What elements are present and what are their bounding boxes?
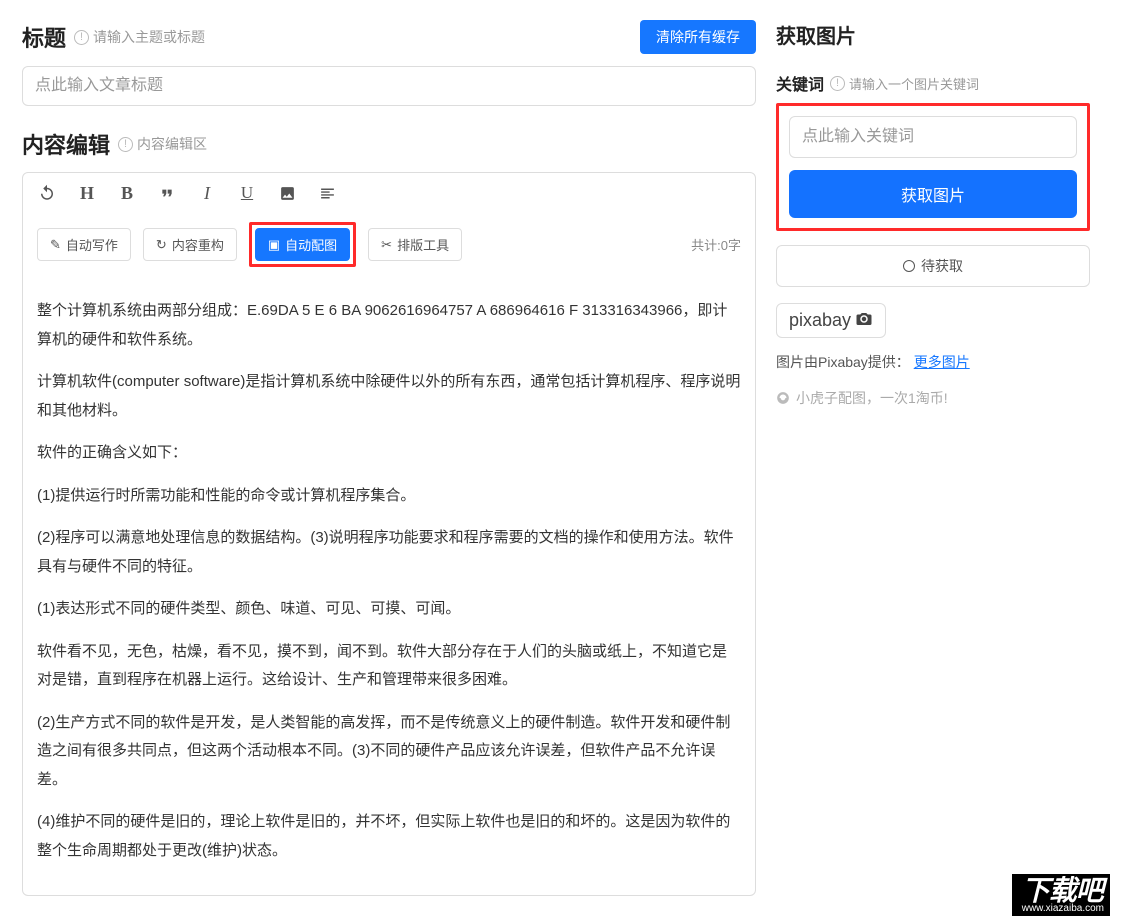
bold-icon[interactable]: B	[117, 183, 137, 203]
watermark: 下载吧 www.xiazaiba.com	[1012, 874, 1110, 916]
quote-icon[interactable]	[157, 183, 177, 203]
editor-toolbar-actions: ✎ 自动写作 ↻ 内容重构 ▣ 自动配图 ✂	[23, 214, 755, 281]
circle-icon	[903, 260, 915, 272]
restructure-button[interactable]: ↻ 内容重构	[143, 228, 237, 261]
layout-tool-button[interactable]: ✂ 排版工具	[368, 228, 462, 261]
pending-status[interactable]: 待获取	[776, 245, 1090, 287]
paragraph: (2)程序可以满意地处理信息的数据结构。(3)说明程序功能要求和程序需要的文档的…	[37, 524, 741, 581]
main-column: 标题 ! 请输入主题或标题 清除所有缓存 内容编辑 ! 内容编辑区	[0, 0, 770, 916]
auto-image-button[interactable]: ▣ 自动配图	[255, 228, 350, 261]
paragraph: 软件看不见，无色，枯燥，看不见，摸不到，闻不到。软件大部分存在于人们的头脑或纸上…	[37, 638, 741, 695]
coin-icon	[776, 391, 790, 405]
highlight-auto-image: ▣ 自动配图	[249, 222, 356, 267]
paragraph: 软件的正确含义如下：	[37, 439, 741, 468]
underline-icon[interactable]: U	[237, 183, 257, 203]
editor-body[interactable]: 整个计算机系统由两部分组成：E.69DA 5 E 6 BA 9062616964…	[23, 281, 755, 895]
undo-icon[interactable]	[37, 183, 57, 203]
align-icon[interactable]	[317, 183, 337, 203]
paragraph: (1)表达形式不同的硬件类型、颜色、味道、可见、可摸、可闻。	[37, 595, 741, 624]
pixabay-badge: pixabay	[776, 303, 886, 338]
coin-note: 小虎子配图，一次1淘币!	[776, 388, 1090, 408]
clear-cache-button[interactable]: 清除所有缓存	[640, 20, 756, 54]
info-icon: !	[74, 30, 89, 45]
keyword-hint: ! 请输入一个图片关键词	[830, 74, 979, 93]
pixabay-logo-text: pixabay	[789, 310, 851, 331]
editor-box: H B I U ✎ 自	[22, 172, 756, 896]
sidebar: 获取图片 关键词 ! 请输入一个图片关键词 获取图片 待获取 pixabay 图…	[770, 0, 1110, 916]
auto-write-button[interactable]: ✎ 自动写作	[37, 228, 131, 261]
keyword-label: 关键词	[776, 71, 824, 95]
title-heading: 标题	[22, 21, 66, 53]
refresh-icon: ↻	[156, 237, 167, 253]
article-title-input[interactable]	[22, 66, 756, 106]
paragraph: 整个计算机系统由两部分组成：E.69DA 5 E 6 BA 9062616964…	[37, 297, 741, 354]
keyword-label-row: 关键词 ! 请输入一个图片关键词	[776, 71, 1090, 95]
provider-line: 图片由Pixabay提供： 更多图片	[776, 352, 1090, 372]
paragraph: (1)提供运行时所需功能和性能的命令或计算机程序集合。	[37, 482, 741, 511]
content-heading: 内容编辑	[22, 128, 110, 160]
paragraph: 计算机软件(computer software)是指计算机系统中除硬件以外的所有…	[37, 368, 741, 425]
content-hint: ! 内容编辑区	[118, 134, 207, 154]
editor-toolbar: H B I U	[23, 173, 755, 214]
highlight-keyword-panel: 获取图片	[776, 103, 1090, 231]
more-images-link[interactable]: 更多图片	[914, 354, 970, 370]
title-header-row: 标题 ! 请输入主题或标题 清除所有缓存	[22, 20, 756, 54]
heading-icon[interactable]: H	[77, 183, 97, 203]
tool-icon: ✂	[381, 237, 392, 253]
pencil-icon: ✎	[50, 237, 61, 253]
get-image-button[interactable]: 获取图片	[789, 170, 1077, 218]
info-icon: !	[118, 137, 133, 152]
title-hint: ! 请输入主题或标题	[74, 27, 205, 47]
camera-icon	[855, 310, 873, 331]
paragraph: (2)生产方式不同的软件是开发，是人类智能的高发挥，而不是传统意义上的硬件制造。…	[37, 709, 741, 795]
image-icon: ▣	[268, 237, 280, 253]
paragraph: (4)维护不同的硬件是旧的，理论上软件是旧的，并不坏，但实际上软件也是旧的和坏的…	[37, 808, 741, 865]
italic-icon[interactable]: I	[197, 183, 217, 203]
image-icon[interactable]	[277, 183, 297, 203]
info-icon: !	[830, 76, 845, 91]
word-counter: 共计:0字	[691, 235, 741, 254]
sidebar-heading: 获取图片	[776, 20, 1090, 49]
keyword-input[interactable]	[789, 116, 1077, 158]
